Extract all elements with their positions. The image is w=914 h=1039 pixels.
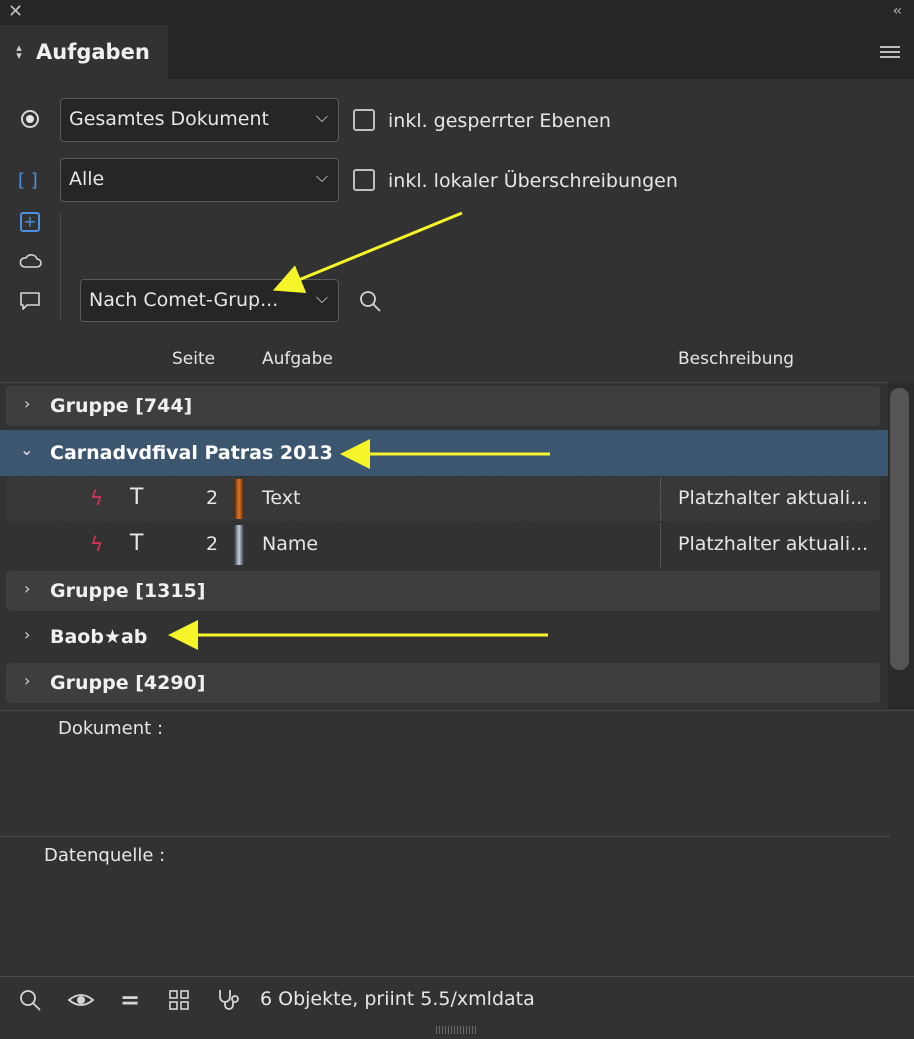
locked-layers-label: inkl. gesperrter Ebenen bbox=[388, 110, 611, 132]
chevron-down-icon: ⌵ bbox=[315, 288, 328, 307]
type-select[interactable]: Alle ⌵ bbox=[60, 158, 339, 202]
lightning-icon: ϟ bbox=[90, 532, 104, 556]
task-row[interactable]: ϟ T 2 Text Platzhalter aktuali... bbox=[6, 477, 880, 521]
divider bbox=[660, 477, 661, 521]
group-label: Gruppe [744] bbox=[50, 395, 193, 417]
equals-icon[interactable]: = bbox=[120, 986, 140, 1014]
radio-document-scope[interactable] bbox=[21, 110, 39, 128]
locked-layers-checkbox[interactable] bbox=[353, 109, 375, 131]
tab-expand-icon[interactable]: ▴ ▾ bbox=[14, 42, 24, 61]
divider bbox=[660, 523, 661, 567]
task-name: Text bbox=[262, 487, 301, 509]
chevron-right-icon[interactable]: › bbox=[24, 579, 30, 598]
close-icon[interactable]: ✕ bbox=[8, 2, 23, 22]
chevron-down-icon: ⌵ bbox=[315, 167, 328, 186]
task-description: Platzhalter aktuali... bbox=[678, 533, 869, 555]
chevron-down-icon[interactable]: ⌄ bbox=[20, 440, 33, 459]
task-row[interactable]: ϟ T 2 Name Platzhalter aktuali... bbox=[6, 523, 880, 567]
comment-icon[interactable] bbox=[18, 290, 42, 312]
group-label: Gruppe [4290] bbox=[50, 672, 206, 694]
task-color-bar bbox=[234, 525, 244, 565]
grid-icon[interactable] bbox=[168, 989, 190, 1011]
tree-group-row-selected[interactable]: ⌄ Carnadvdfival Patras 2013 bbox=[0, 430, 888, 476]
eye-icon[interactable] bbox=[67, 990, 95, 1010]
task-name: Name bbox=[262, 533, 319, 555]
panel-title: Aufgaben bbox=[36, 40, 150, 64]
divider bbox=[0, 382, 888, 383]
type-select-value: Alle bbox=[69, 168, 105, 190]
chevron-right-icon[interactable]: › bbox=[24, 625, 30, 644]
tree-group-row[interactable]: › Gruppe [1315] bbox=[6, 571, 880, 611]
document-label: Dokument : bbox=[58, 718, 164, 739]
group-label: Gruppe [1315] bbox=[50, 580, 206, 602]
search-icon[interactable] bbox=[18, 988, 42, 1012]
hamburger-menu-icon[interactable] bbox=[880, 46, 900, 61]
collapse-panel-icon[interactable]: ‹‹ bbox=[893, 3, 902, 19]
group-label: Carnadvdfival Patras 2013 bbox=[50, 442, 333, 464]
group-by-select-value: Nach Comet-Grup... bbox=[89, 289, 279, 311]
lightning-icon: ϟ bbox=[90, 486, 104, 510]
brackets-icon[interactable]: [ ] bbox=[18, 170, 38, 191]
text-type-icon: T bbox=[130, 485, 144, 510]
scope-select[interactable]: Gesamtes Dokument ⌵ bbox=[60, 98, 339, 142]
local-overrides-label: inkl. lokaler Überschreibungen bbox=[388, 170, 678, 192]
divider bbox=[60, 213, 61, 321]
group-by-select[interactable]: Nach Comet-Grup... ⌵ bbox=[80, 279, 339, 322]
column-header-page[interactable]: Seite bbox=[172, 349, 215, 369]
chevron-right-icon[interactable]: › bbox=[24, 394, 30, 413]
task-page: 2 bbox=[206, 487, 219, 509]
chevron-down-icon: ⌵ bbox=[315, 107, 328, 126]
divider bbox=[0, 710, 914, 711]
stethoscope-icon[interactable] bbox=[216, 988, 242, 1012]
search-icon[interactable] bbox=[358, 289, 382, 313]
status-text: 6 Objekte, priint 5.5/xmldata bbox=[260, 988, 535, 1010]
task-page: 2 bbox=[206, 533, 219, 555]
add-icon[interactable]: + bbox=[20, 212, 40, 232]
chevron-right-icon[interactable]: › bbox=[24, 671, 30, 690]
datasource-label: Datenquelle : bbox=[44, 845, 166, 866]
annotation-arrow bbox=[272, 211, 463, 294]
resize-grip[interactable] bbox=[436, 1026, 476, 1034]
tree-group-row[interactable]: › Gruppe [4290] bbox=[6, 663, 880, 703]
column-header-task[interactable]: Aufgabe bbox=[262, 349, 333, 369]
panel-title-bar bbox=[0, 0, 914, 25]
column-header-description[interactable]: Beschreibung bbox=[678, 349, 794, 369]
scope-select-value: Gesamtes Dokument bbox=[69, 108, 269, 130]
divider bbox=[0, 836, 890, 837]
scrollbar-thumb[interactable] bbox=[890, 388, 909, 670]
local-overrides-checkbox[interactable] bbox=[353, 169, 375, 191]
group-label: Baob★ab bbox=[50, 626, 148, 648]
task-color-bar bbox=[234, 479, 244, 519]
text-type-icon: T bbox=[130, 531, 144, 556]
cloud-icon[interactable] bbox=[18, 252, 42, 270]
tree-group-row[interactable]: › Baob★ab bbox=[6, 617, 880, 657]
tree-group-row[interactable]: › Gruppe [744] bbox=[6, 386, 880, 426]
task-description: Platzhalter aktuali... bbox=[678, 487, 869, 509]
